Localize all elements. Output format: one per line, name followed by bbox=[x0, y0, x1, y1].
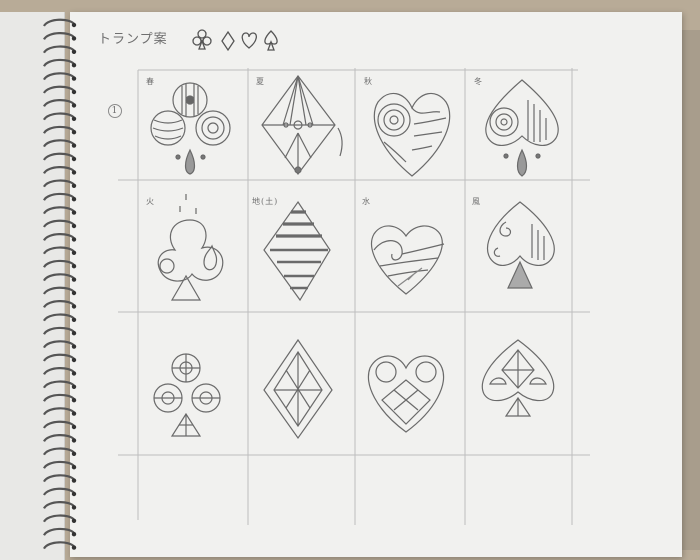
label-earth: 地(土) bbox=[252, 197, 279, 206]
water-heart-sketch bbox=[370, 225, 445, 295]
label-spring: 春 bbox=[146, 77, 155, 86]
diamond-icon bbox=[221, 30, 235, 52]
autumn-heart-sketch bbox=[373, 92, 451, 177]
label-summer: 夏 bbox=[256, 77, 265, 86]
geometric-club-sketch bbox=[153, 353, 221, 437]
geometric-diamond-sketch bbox=[263, 338, 333, 440]
row-number: 1 bbox=[108, 104, 122, 118]
heart-icon bbox=[241, 32, 257, 49]
geometric-spade-sketch bbox=[481, 339, 555, 417]
label-fire: 火 bbox=[146, 197, 155, 206]
summer-diamond-sketch bbox=[261, 74, 343, 176]
header-suit-icons bbox=[192, 29, 278, 52]
label-winter: 冬 bbox=[474, 77, 483, 86]
label-wind: 風 bbox=[472, 197, 481, 206]
label-autumn: 秋 bbox=[364, 77, 373, 86]
club-icon bbox=[192, 29, 212, 50]
winter-spade-sketch bbox=[485, 79, 559, 177]
sketch-grid bbox=[118, 29, 590, 525]
fire-club-sketch bbox=[157, 194, 224, 301]
label-water: 水 bbox=[362, 197, 371, 206]
spade-icon bbox=[264, 30, 278, 51]
sketch-title: トランプ案 bbox=[98, 32, 168, 47]
earth-diamond-sketch bbox=[263, 200, 331, 302]
grid-lines bbox=[118, 68, 590, 525]
spring-club-sketch bbox=[150, 82, 231, 175]
geometric-heart-sketch bbox=[367, 355, 445, 433]
photo-scene: トランプ案 1 春 夏 秋 冬 火 地(土) 水 風 bbox=[0, 0, 700, 560]
wind-spade-sketch bbox=[486, 201, 555, 289]
